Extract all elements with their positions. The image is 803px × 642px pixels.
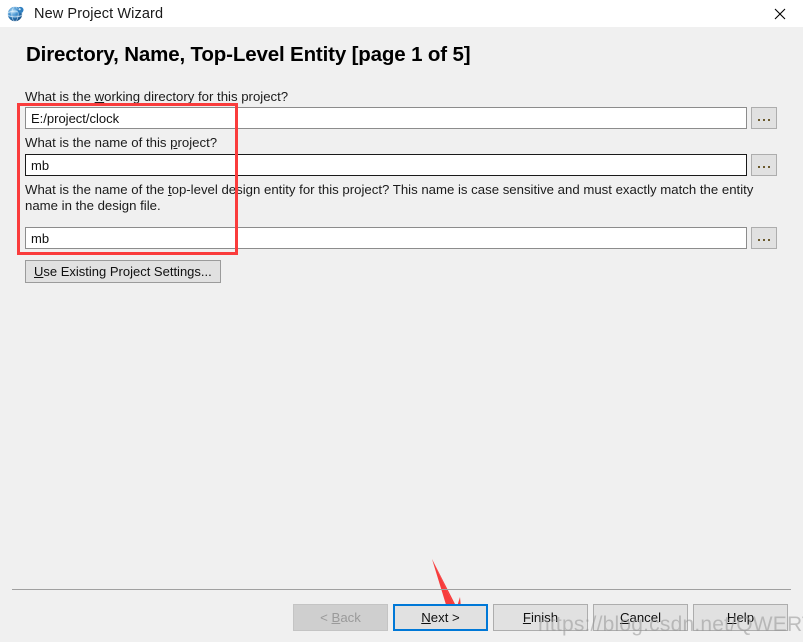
back-button[interactable]: < Back <box>293 604 388 631</box>
cancel-button[interactable]: Cancel <box>593 604 688 631</box>
working-directory-label: What is the working directory for this p… <box>25 89 289 104</box>
top-level-entity-label: What is the name of the top-level design… <box>25 182 754 213</box>
ellipsis-icon <box>758 239 770 241</box>
project-name-label: What is the name of this project? <box>25 135 218 150</box>
quartus-globe-icon <box>7 5 25 23</box>
top-level-entity-input[interactable] <box>25 227 747 249</box>
working-directory-input[interactable] <box>25 107 747 129</box>
project-name-input[interactable] <box>25 154 747 176</box>
footer-separator <box>12 589 791 590</box>
ellipsis-icon <box>758 119 770 121</box>
ellipsis-icon <box>758 166 770 168</box>
working-directory-browse-button[interactable] <box>751 107 777 129</box>
help-button[interactable]: Help <box>693 604 788 631</box>
page-title: Directory, Name, Top-Level Entity [page … <box>26 43 471 66</box>
window-title-text: New Project Wizard <box>34 5 164 22</box>
project-name-browse-button[interactable] <box>751 154 777 176</box>
close-icon[interactable] <box>757 0 803 27</box>
next-button[interactable]: Next > <box>393 604 488 631</box>
use-existing-project-settings-button[interactable]: Use Existing Project Settings... <box>25 260 221 283</box>
wizard-content: Directory, Name, Top-Level Entity [page … <box>0 27 803 642</box>
finish-button[interactable]: Finish <box>493 604 588 631</box>
window-title-bar: New Project Wizard <box>0 0 803 28</box>
top-level-entity-browse-button[interactable] <box>751 227 777 249</box>
